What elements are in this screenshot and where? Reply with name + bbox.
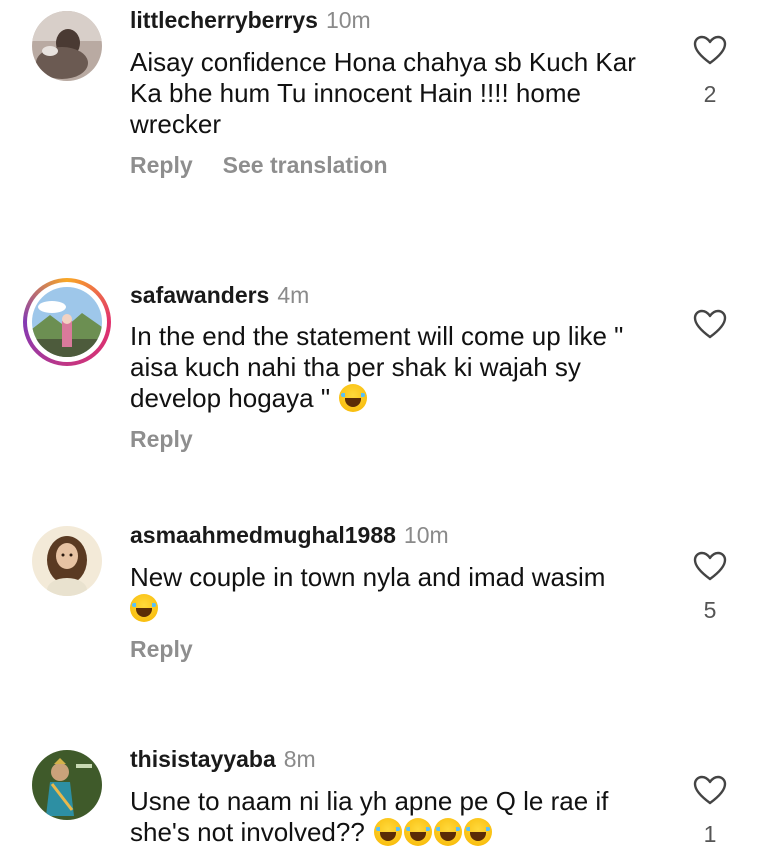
avatar[interactable]: [32, 11, 102, 81]
story-ring[interactable]: [23, 278, 111, 366]
like-control: [692, 309, 728, 355]
username[interactable]: asmaahmedmughal1988: [130, 522, 396, 548]
heart-outline-icon[interactable]: [693, 309, 727, 339]
timestamp: 10m: [403, 522, 449, 548]
face-with-tears-of-joy-emoji: [434, 818, 463, 846]
comment-meta: safawanders 4m: [130, 281, 309, 309]
heart-outline-icon[interactable]: [693, 775, 727, 805]
timestamp: 8m: [283, 746, 316, 772]
timestamp: 10m: [325, 7, 371, 33]
username[interactable]: littlecherryberrys: [130, 7, 318, 33]
comment-actions: Reply: [130, 636, 223, 663]
comment-meta: thisistayyaba 8m: [130, 745, 316, 773]
face-with-tears-of-joy-emoji: [374, 818, 403, 846]
like-control: 1: [692, 775, 728, 848]
comment-text: Aisay confidence Hona chahya sb Kuch Kar…: [130, 47, 636, 139]
face-with-tears-of-joy-emoji: [130, 594, 158, 622]
avatar-photo: [32, 750, 102, 820]
comment-actions: Reply: [130, 426, 223, 453]
like-count: 1: [703, 821, 717, 847]
comment-actions: Reply See translation: [130, 152, 418, 179]
avatar[interactable]: [32, 750, 102, 820]
timestamp: 4m: [277, 282, 310, 308]
reply-button[interactable]: Reply: [130, 152, 193, 178]
face-with-tears-of-joy-emoji: [404, 818, 433, 846]
avatar[interactable]: [32, 526, 102, 596]
avatar: [32, 287, 102, 357]
heart-outline-icon[interactable]: [693, 551, 727, 581]
username[interactable]: thisistayyaba: [130, 746, 276, 772]
like-count: 5: [703, 597, 717, 623]
avatar-photo: [32, 11, 102, 81]
comment-text: Usne to naam ni lia yh apne pe Q le rae …: [130, 786, 609, 847]
comment-meta: littlecherryberrys 10m: [130, 6, 371, 34]
reply-button[interactable]: Reply: [130, 426, 193, 452]
comment-text: New couple in town nyla and imad wasim: [130, 562, 670, 624]
comment-text: In the end the statement will come up li…: [130, 321, 624, 413]
like-control: 2: [692, 35, 728, 108]
heart-outline-icon[interactable]: [693, 35, 727, 65]
face-with-tears-of-joy-emoji: [464, 818, 493, 846]
reply-button[interactable]: Reply: [130, 636, 193, 662]
like-count: 2: [703, 81, 717, 107]
like-control: 5: [692, 551, 728, 624]
avatar-photo: [32, 526, 102, 596]
see-translation-button[interactable]: See translation: [223, 152, 388, 178]
comment-meta: asmaahmedmughal1988 10m: [130, 521, 449, 549]
face-with-tears-of-joy-emoji: [339, 384, 368, 412]
username[interactable]: safawanders: [130, 282, 269, 308]
avatar-photo: [32, 287, 102, 357]
